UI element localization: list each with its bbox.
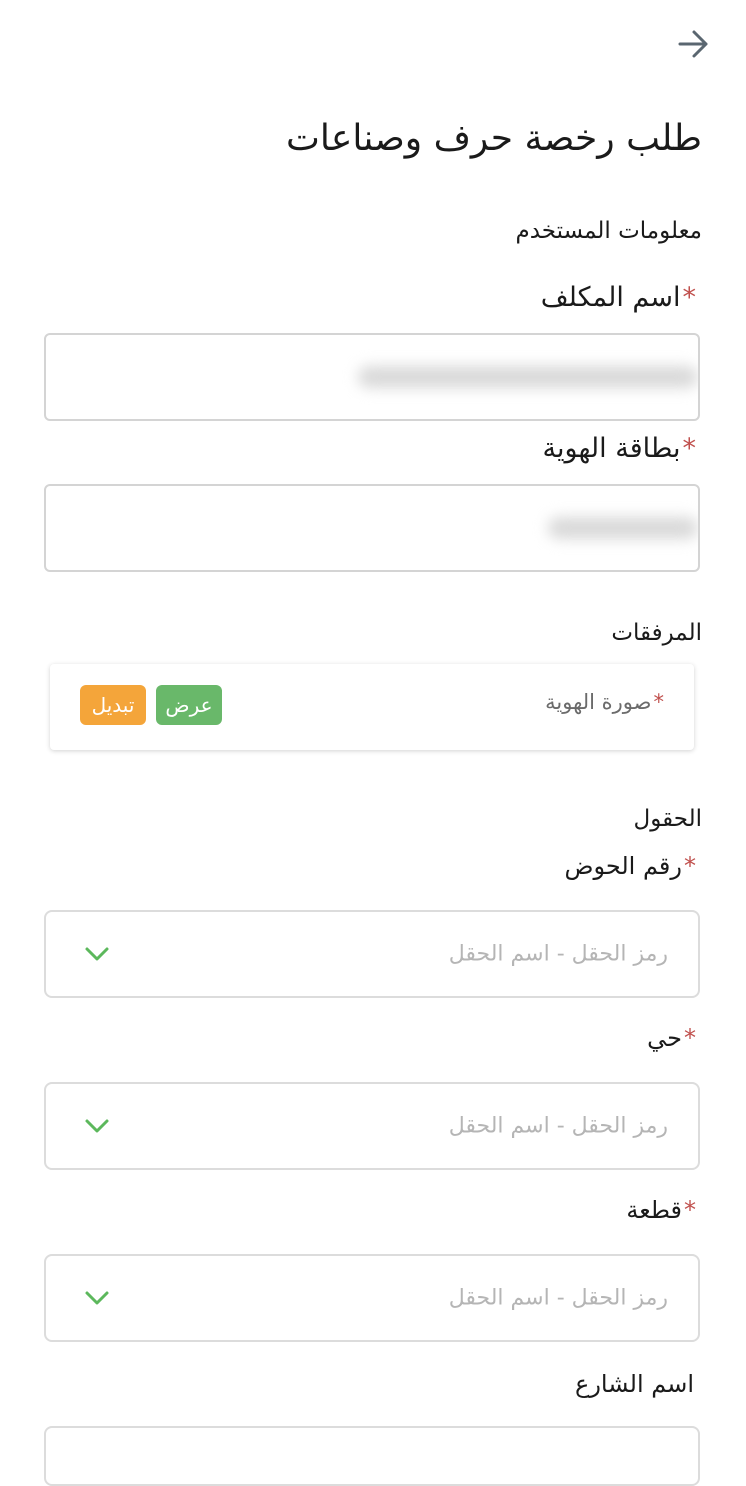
chevron-down-icon (85, 1291, 109, 1305)
arrow-right-icon (678, 30, 708, 58)
page-title: طلب رخصة حرف وصناعات (286, 118, 702, 159)
attachments-section-title: المرفقات (611, 620, 702, 646)
name-value-redacted (358, 366, 698, 388)
chevron-down-icon (85, 947, 109, 961)
replace-button[interactable]: تبديل (80, 685, 146, 725)
district-label: *حي (647, 1024, 696, 1052)
required-marker: * (684, 1196, 696, 1224)
required-marker: * (653, 690, 665, 714)
plot-select[interactable]: رمز الحقل - اسم الحقل (44, 1254, 700, 1342)
basin-number-select[interactable]: رمز الحقل - اسم الحقل (44, 910, 700, 998)
select-placeholder: رمز الحقل - اسم الحقل (448, 1113, 668, 1139)
street-name-field[interactable] (44, 1426, 700, 1486)
required-marker: * (682, 433, 697, 464)
name-label: *اسم المكلف (540, 282, 697, 313)
id-card-value-redacted (548, 517, 698, 539)
plot-label: *قطعة (626, 1196, 696, 1224)
required-marker: * (682, 282, 697, 313)
required-marker: * (684, 1024, 696, 1052)
id-card-label: *بطاقة الهوية (542, 433, 697, 464)
name-field[interactable] (44, 333, 700, 421)
district-select[interactable]: رمز الحقل - اسم الحقل (44, 1082, 700, 1170)
select-placeholder: رمز الحقل - اسم الحقل (448, 941, 668, 967)
attachment-label: *صورة الهوية (545, 690, 664, 714)
basin-number-label: *رقم الحوض (564, 852, 696, 880)
fields-section-title: الحقول (633, 806, 702, 832)
back-button[interactable] (672, 22, 716, 66)
id-card-field[interactable] (44, 484, 700, 572)
required-marker: * (684, 852, 696, 880)
user-info-section-title: معلومات المستخدم (515, 218, 702, 244)
attachment-card: *صورة الهوية عرض تبديل (50, 664, 694, 750)
chevron-down-icon (85, 1119, 109, 1133)
street-name-label: اسم الشارع (575, 1370, 694, 1398)
select-placeholder: رمز الحقل - اسم الحقل (448, 1285, 668, 1311)
view-button[interactable]: عرض (156, 685, 222, 725)
